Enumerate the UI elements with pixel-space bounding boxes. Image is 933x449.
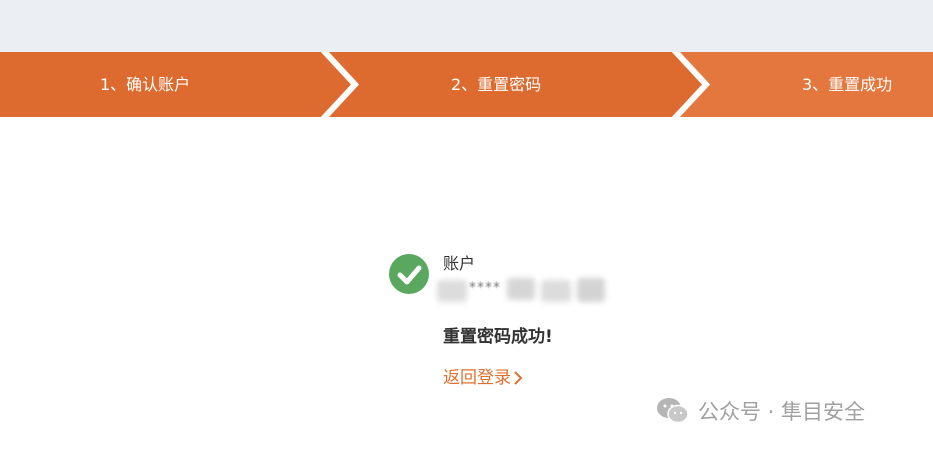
back-to-login-label: 返回登录 (443, 368, 511, 388)
back-to-login-link[interactable]: 返回登录 (443, 363, 523, 388)
success-check-icon (389, 254, 429, 294)
account-value-masked: **** (437, 276, 605, 302)
step-1-label: 1、确认账户 (100, 75, 191, 94)
account-masked-text: **** (469, 280, 501, 296)
top-band (0, 0, 933, 52)
chevron-right-icon (514, 371, 523, 385)
watermark-text: 公众号 · 隼目安全 (698, 400, 866, 424)
watermark: 公众号 · 隼目安全 (656, 396, 865, 426)
wechat-icon (657, 398, 689, 424)
account-label: 账户 (443, 254, 476, 273)
step-3-label: 3、重置成功 (802, 75, 893, 94)
success-message: 重置密码成功! (443, 327, 553, 347)
step-progress-bar: 1、确认账户 2、重置密码 3、重置成功 (0, 52, 933, 117)
step-2-label: 2、重置密码 (451, 75, 542, 94)
